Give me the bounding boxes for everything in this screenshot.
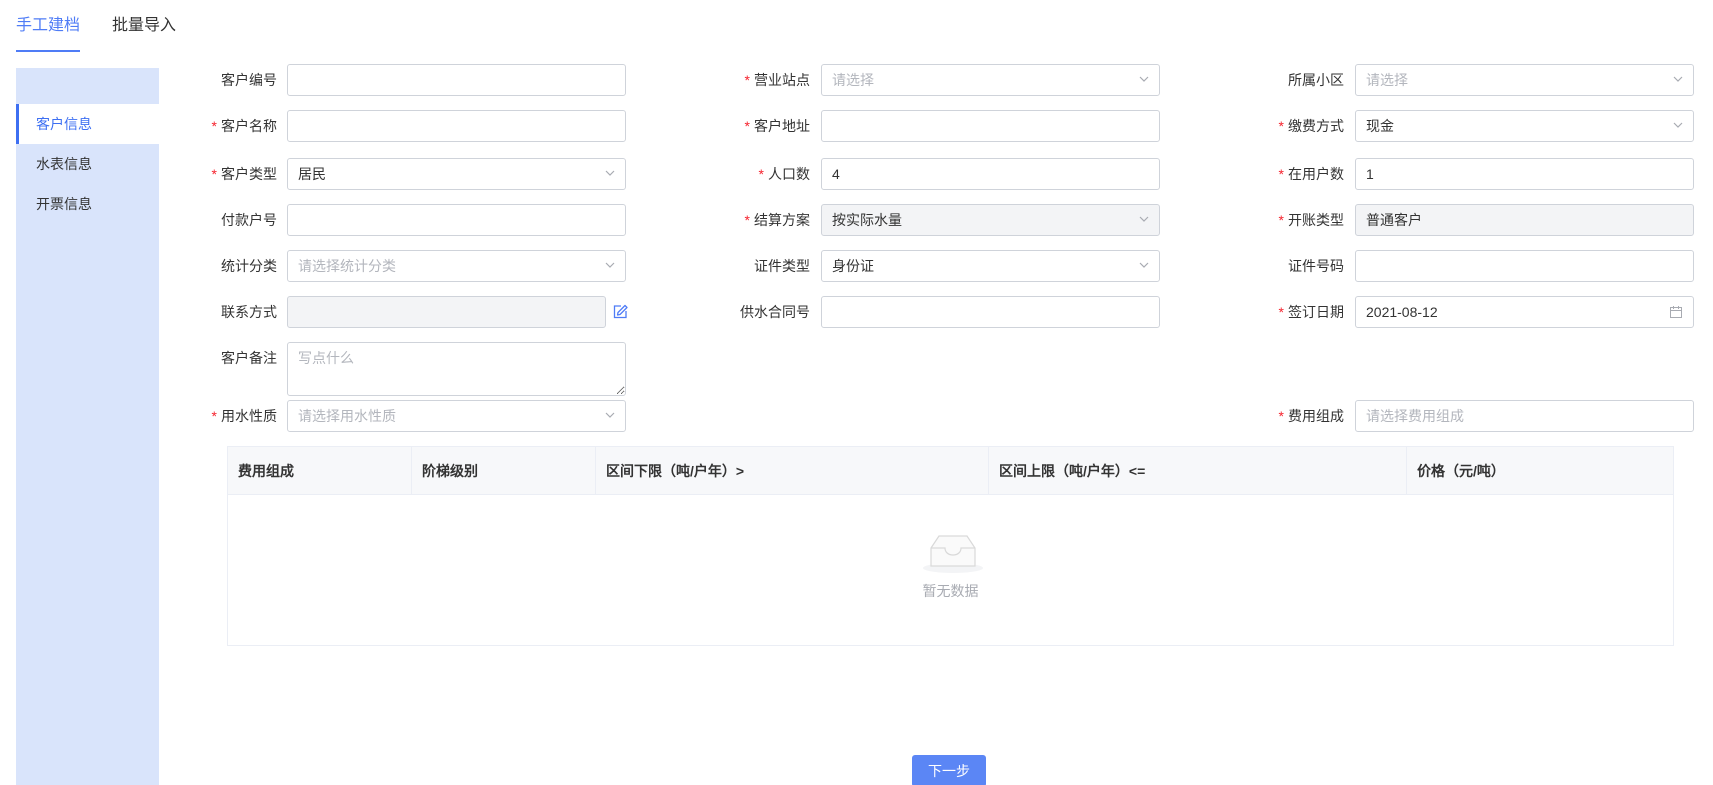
form-row-6: 联系方式 供水合同号 * 签订日期 2021-08-12 xyxy=(0,296,1713,328)
customer-type-select[interactable]: 居民 xyxy=(287,158,626,190)
customer-address-label: * 客户地址 xyxy=(744,118,810,134)
water-nature-placeholder: 请选择用水性质 xyxy=(298,408,396,424)
sign-date-label: * 签订日期 xyxy=(1278,304,1344,320)
table-empty-state: 暂无数据 xyxy=(228,495,1673,645)
chevron-down-icon xyxy=(1139,216,1149,222)
chevron-down-icon xyxy=(605,262,615,268)
business-station-placeholder: 请选择 xyxy=(832,72,874,88)
business-station-label: * 营业站点 xyxy=(744,72,810,88)
edit-icon[interactable] xyxy=(612,304,628,320)
chevron-down-icon xyxy=(1673,122,1683,128)
stat-category-placeholder: 请选择统计分类 xyxy=(298,258,396,274)
community-select[interactable]: 请选择 xyxy=(1355,64,1694,96)
chevron-down-icon xyxy=(1673,76,1683,82)
chevron-down-icon xyxy=(1139,262,1149,268)
table-header: 费用组成 阶梯级别 区间下限（吨/户年）> 区间上限（吨/户年）<= 价格（元/… xyxy=(228,447,1673,495)
customer-address-input[interactable] xyxy=(821,110,1160,142)
column-header-lower-bound: 区间下限（吨/户年）> xyxy=(596,447,989,495)
community-placeholder: 请选择 xyxy=(1366,72,1408,88)
fee-composition-placeholder: 请选择费用组成 xyxy=(1366,408,1464,424)
form-row-8: * 用水性质 请选择用水性质 * 费用组成 请选择费用组成 xyxy=(0,400,1713,432)
fee-composition-label: * 费用组成 xyxy=(1278,408,1344,424)
community-label: 所属小区 xyxy=(1288,72,1344,88)
form-row-7: 客户备注 xyxy=(0,342,1713,396)
form-row-3: *客户类型 居民 *人口数 *在用户数 xyxy=(0,158,1713,190)
population-label: * 人口数 xyxy=(758,166,810,182)
customer-name-label: * 客户名称 xyxy=(211,118,277,134)
payer-no-input[interactable] xyxy=(287,204,626,236)
chevron-down-icon xyxy=(605,170,615,176)
column-header-upper-bound: 区间上限（吨/户年）<= xyxy=(989,447,1407,495)
id-number-label: 证件号码 xyxy=(1288,258,1344,274)
id-type-label: 证件类型 xyxy=(754,258,810,274)
customer-no-input[interactable] xyxy=(287,64,626,96)
sign-date-value: 2021-08-12 xyxy=(1366,304,1438,320)
contact-label: 联系方式 xyxy=(221,304,277,320)
household-count-input[interactable] xyxy=(1355,158,1694,190)
fee-composition-select[interactable]: 请选择费用组成 xyxy=(1355,400,1694,432)
column-header-fee-composition: 费用组成 xyxy=(228,447,412,495)
tab-manual-entry[interactable]: 手工建档 xyxy=(16,0,81,52)
next-step-button[interactable]: 下一步 xyxy=(912,755,986,785)
account-type-label: * 开账类型 xyxy=(1278,212,1344,228)
settlement-plan-value: 按实际水量 xyxy=(832,212,902,228)
column-header-tier-level: 阶梯级别 xyxy=(412,447,596,495)
settlement-plan-label: * 结算方案 xyxy=(744,212,810,228)
payment-method-label: * 缴费方式 xyxy=(1278,118,1344,134)
account-type-value: 普通客户 xyxy=(1366,212,1422,228)
fee-table: 费用组成 阶梯级别 区间下限（吨/户年）> 区间上限（吨/户年）<= 价格（元/… xyxy=(227,446,1674,646)
tab-batch-import[interactable]: 批量导入 xyxy=(112,0,176,52)
top-tabs: 手工建档 批量导入 xyxy=(16,0,176,54)
remarks-textarea[interactable] xyxy=(287,342,626,396)
remarks-label: 客户备注 xyxy=(221,350,277,366)
empty-inbox-icon xyxy=(923,535,983,573)
water-nature-select[interactable]: 请选择用水性质 xyxy=(287,400,626,432)
settlement-plan-select[interactable]: 按实际水量 xyxy=(821,204,1160,236)
contact-field xyxy=(287,296,606,328)
stat-category-select[interactable]: 请选择统计分类 xyxy=(287,250,626,282)
population-input[interactable] xyxy=(821,158,1160,190)
sign-date-picker[interactable]: 2021-08-12 xyxy=(1355,296,1694,328)
business-station-select[interactable]: 请选择 xyxy=(821,64,1160,96)
calendar-icon xyxy=(1670,306,1682,318)
form-row-2: * 客户名称 * 客户地址 * 缴费方式 现金 xyxy=(0,110,1713,142)
water-nature-label: * 用水性质 xyxy=(211,408,277,424)
customer-type-label: * 客户类型 xyxy=(211,166,277,182)
id-number-input[interactable] xyxy=(1355,250,1694,282)
customer-type-value: 居民 xyxy=(298,166,326,182)
chevron-down-icon xyxy=(605,412,615,418)
household-count-label: * 在用户数 xyxy=(1278,166,1344,182)
id-type-select[interactable]: 身份证 xyxy=(821,250,1160,282)
form-row-1: 客户编号 * 营业站点 请选择 所属小区 请选择 xyxy=(0,64,1713,96)
account-type-field: 普通客户 xyxy=(1355,204,1694,236)
column-header-price: 价格（元/吨） xyxy=(1417,463,1505,479)
chevron-down-icon xyxy=(1139,76,1149,82)
id-type-value: 身份证 xyxy=(832,258,874,274)
form-row-4: 付款户号 * 结算方案 按实际水量 * 开账类型 普通客户 xyxy=(0,204,1713,236)
customer-name-input[interactable] xyxy=(287,110,626,142)
payer-no-label: 付款户号 xyxy=(221,212,277,228)
supply-contract-input[interactable] xyxy=(821,296,1160,328)
stat-category-label: 统计分类 xyxy=(221,258,277,274)
supply-contract-label: 供水合同号 xyxy=(740,304,810,320)
customer-no-label: 客户编号 xyxy=(221,72,277,88)
empty-text: 暂无数据 xyxy=(922,583,979,599)
form-row-5: 统计分类 请选择统计分类 证件类型 身份证 证件号码 xyxy=(0,250,1713,282)
payment-method-value: 现金 xyxy=(1366,118,1394,134)
payment-method-select[interactable]: 现金 xyxy=(1355,110,1694,142)
